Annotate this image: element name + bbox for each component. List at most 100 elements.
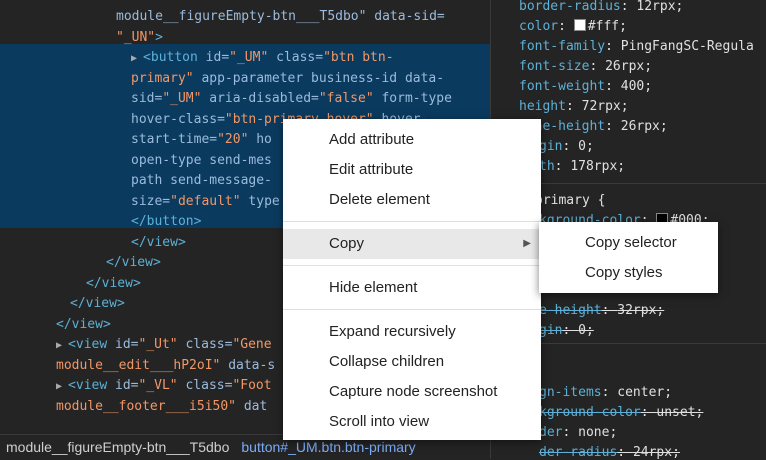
expand-triangle-icon[interactable]: ▶ [131, 53, 143, 64]
breadcrumb-item-parent[interactable]: module__figureEmpty-btn___T5dbo [0, 435, 235, 460]
dom-node-line[interactable]: </view> [86, 274, 141, 294]
css-selector-text: primary { [535, 193, 606, 208]
dom-node-line[interactable]: ▶ <view id="_Ut" class="Gene [56, 335, 272, 356]
css-value: PingFangSC-Regula [620, 39, 754, 54]
submenu-item-copy-selector[interactable]: Copy selector [539, 228, 718, 258]
dom-node-line[interactable]: primary" app-parameter business-id data- [131, 69, 444, 89]
menu-item-copy[interactable]: Copy ▶ [283, 229, 541, 259]
menu-item-edit-attribute[interactable]: Edit attribute [283, 155, 541, 185]
css-declaration[interactable]: color: #fff; [519, 17, 627, 37]
css-colon: : [562, 139, 579, 154]
css-declaration[interactable]: e-height: 32rpx; [539, 301, 664, 321]
css-value: 0; [578, 139, 594, 154]
expand-triangle-icon[interactable]: ▶ [56, 381, 68, 392]
menu-item-delete-element[interactable]: Delete element [283, 185, 541, 215]
dom-token: path send-message- [131, 173, 272, 188]
dom-token: class= [268, 50, 324, 65]
css-colon: : [617, 445, 633, 459]
css-declaration[interactable]: gin: 0; [539, 321, 594, 341]
css-selector[interactable]: primary { [535, 191, 605, 211]
menu-item-capture-node-screenshot[interactable]: Capture node screenshot [283, 377, 541, 407]
dom-token: data-s [220, 357, 276, 373]
css-value: unset; [656, 405, 704, 420]
menu-item-add-attribute[interactable]: Add attribute [283, 125, 541, 155]
dom-token: </view> [131, 234, 186, 250]
dom-token: dat [236, 398, 268, 414]
dom-node-line[interactable]: ▶ <button id="_UM" class="btn btn- [131, 48, 394, 69]
menu-separator [283, 221, 541, 222]
dom-token: open-type send-mes [131, 152, 272, 168]
dom-node-line[interactable]: "_UN"> [116, 28, 163, 48]
dom-token: "_Ut" [138, 337, 178, 352]
dom-token: sid= [131, 91, 163, 106]
dom-token: ho [248, 132, 272, 147]
css-colon: : [605, 39, 621, 54]
css-declaration[interactable]: height: 72rpx; [519, 97, 629, 117]
menu-item-collapse-children[interactable]: Collapse children [283, 347, 541, 377]
css-colon: : [605, 79, 621, 94]
css-declaration[interactable]: th: 178rpx; [539, 157, 625, 177]
dom-node-line[interactable]: </view> [56, 315, 111, 335]
dom-node-line[interactable]: </view> [106, 253, 161, 273]
dom-node-line[interactable]: module__figureEmpty-btn___T5dbo" data-si… [116, 7, 445, 27]
css-declaration[interactable]: der-radius: 24rpx; [539, 443, 680, 459]
menu-item-hide-element[interactable]: Hide element [283, 273, 541, 303]
dom-token: class= [177, 337, 233, 352]
dom-node-line[interactable]: start-time="20" ho [131, 130, 272, 150]
css-declaration[interactable]: font-family: PingFangSC-Regula [519, 37, 754, 57]
dom-node-line[interactable]: size="default" type [131, 192, 280, 212]
css-value: none; [578, 425, 618, 440]
css-property: font-size [519, 59, 590, 74]
css-value: 32rpx; [617, 303, 665, 318]
dom-node-line[interactable]: </view> [131, 233, 186, 253]
css-property: border-radius [519, 0, 621, 14]
dom-token: module__edit___hP2oI" [56, 357, 221, 373]
css-declaration[interactable]: kground-color: unset; [539, 403, 703, 423]
color-swatch-icon[interactable] [573, 19, 586, 31]
dom-node-line[interactable]: path send-message- [131, 171, 272, 191]
css-declaration[interactable]: font-size: 26rpx; [519, 57, 652, 77]
css-colon: : [605, 119, 621, 134]
dom-token: class= [177, 378, 233, 393]
dom-token: > [155, 29, 163, 45]
dom-node-line[interactable]: module__edit___hP2oI" data-s [56, 356, 275, 376]
css-colon: : [562, 323, 579, 338]
dom-token: </view> [106, 255, 161, 270]
css-colon: : [565, 99, 582, 114]
css-value: 72rpx; [581, 99, 629, 114]
css-property: kground-color [539, 405, 641, 420]
dom-token: "_VL" [138, 378, 178, 393]
dom-node-line[interactable]: </view> [70, 294, 125, 314]
dom-node-line[interactable]: </button> [131, 212, 201, 232]
css-value: 26rpx; [605, 59, 653, 74]
expand-triangle-icon[interactable]: ▶ [56, 340, 68, 351]
dom-node-line[interactable]: module__footer___i5i50" dat [56, 397, 267, 417]
menu-item-expand-recursively[interactable]: Expand recursively [283, 317, 541, 347]
dom-token: "_UM" [229, 50, 269, 65]
css-declaration[interactable]: line-height: 26rpx; [519, 117, 668, 137]
css-declaration[interactable]: gin: 0; [539, 137, 594, 157]
dom-token: </view> [70, 296, 125, 311]
dom-token: "btn btn- [323, 50, 394, 65]
css-property: gin [539, 139, 563, 154]
dom-token: "Gene [232, 337, 272, 352]
context-menu: Add attribute Edit attribute Delete elem… [283, 119, 541, 440]
css-value: 26rpx; [620, 119, 668, 134]
dom-node-line[interactable]: ▶ <view id="_VL" class="Foot [56, 376, 272, 397]
dom-node-line[interactable]: open-type send-mes [131, 151, 272, 171]
dom-token: primary" [131, 70, 194, 86]
css-declaration[interactable]: border-radius: 12rpx; [519, 0, 683, 17]
menu-item-scroll-into-view[interactable]: Scroll into view [283, 407, 541, 437]
css-declaration[interactable]: der: none; [539, 423, 617, 443]
dom-token: app-parameter business-id data- [193, 70, 445, 86]
css-declaration[interactable]: gn-items: center; [539, 383, 672, 403]
dom-token: "Foot [232, 378, 272, 393]
copy-submenu: Copy selector Copy styles [539, 222, 718, 293]
submenu-item-copy-styles[interactable]: Copy styles [539, 258, 718, 288]
dom-token: "20" [217, 132, 249, 147]
dom-node-line[interactable]: sid="_UM" aria-disabled="false" form-typ… [131, 89, 452, 109]
css-property: font-weight [519, 79, 606, 94]
dom-token: </view> [56, 316, 111, 332]
css-declaration[interactable]: font-weight: 400; [519, 77, 652, 97]
css-colon: : [554, 159, 571, 174]
